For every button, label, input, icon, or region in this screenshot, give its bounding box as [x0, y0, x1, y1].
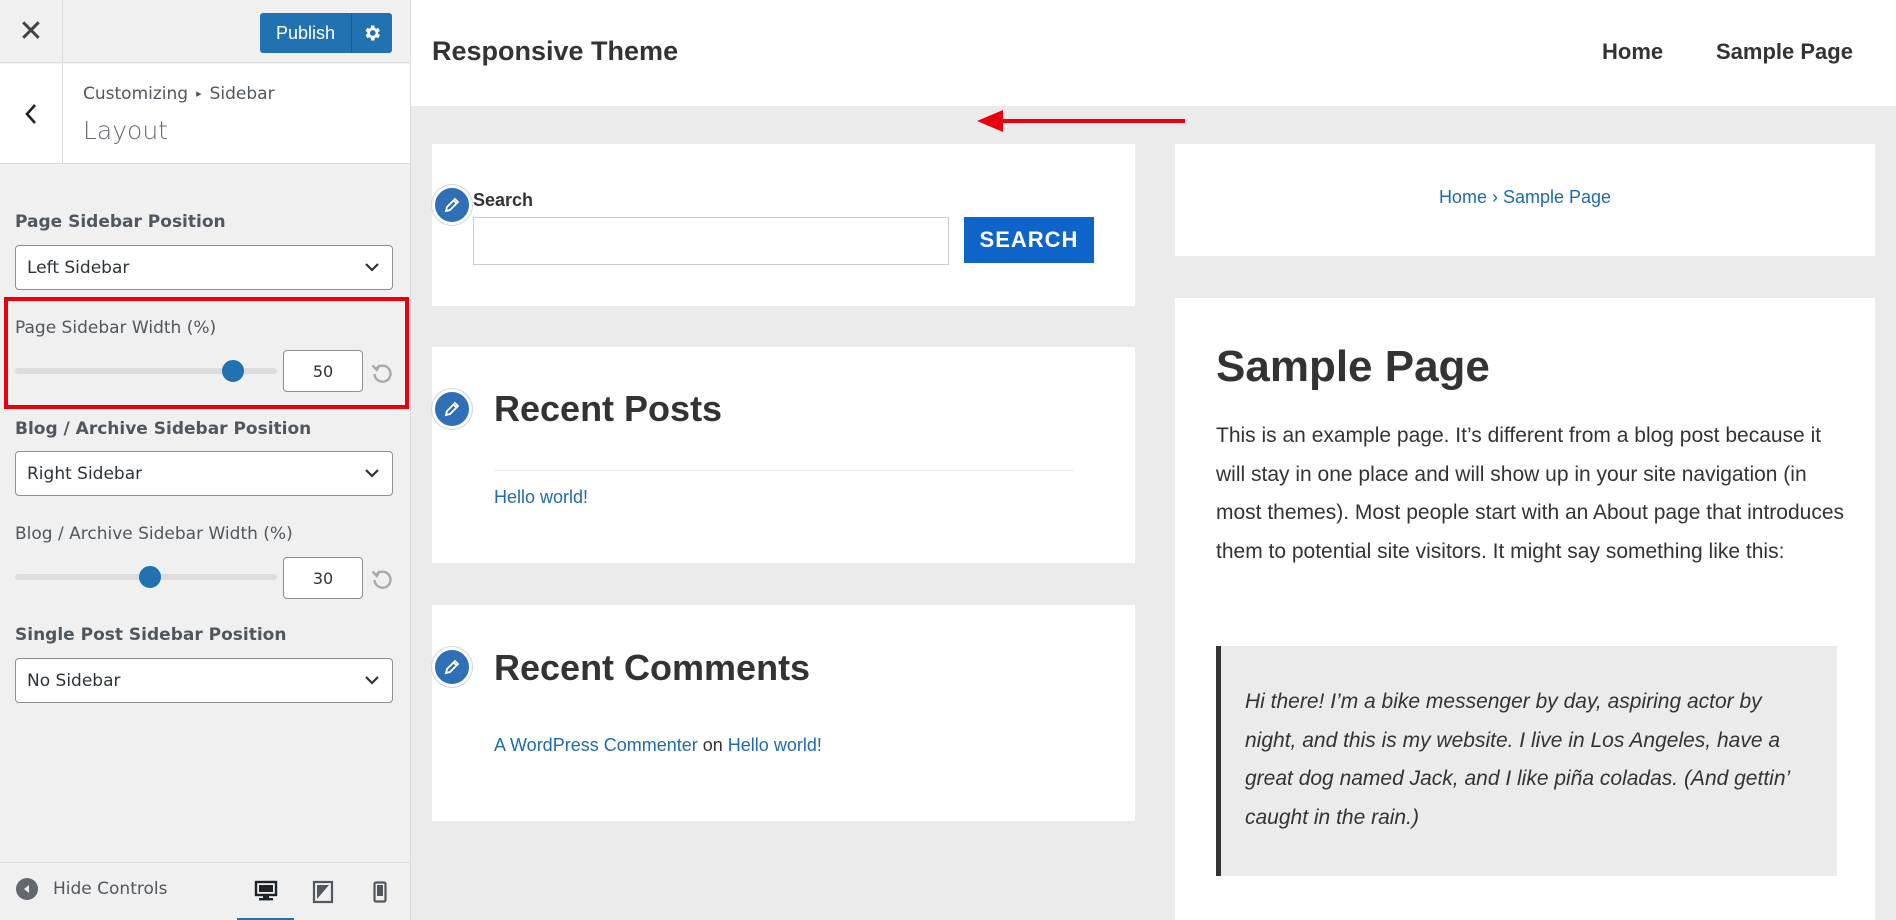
recent-posts-title: Recent Posts [494, 388, 723, 429]
widget-divider [494, 470, 1074, 471]
comment-connector: on [702, 735, 723, 755]
reset-icon[interactable] [370, 567, 394, 591]
recent-comments-title: Recent Comments [494, 647, 811, 688]
pencil-icon [432, 647, 472, 687]
publish-settings-button[interactable] [352, 13, 392, 53]
blog-sidebar-width-slider-handle[interactable] [139, 566, 161, 588]
tablet-icon [312, 880, 333, 904]
close-icon: ✕ [18, 14, 44, 49]
customizer-breadcrumb: Customizing ▸ Sidebar [83, 84, 275, 104]
chevron-down-icon [365, 263, 379, 272]
breadcrumb-box: Home › Sample Page [1175, 144, 1875, 256]
close-customizer-button[interactable]: ✕ [0, 0, 63, 63]
section-title-bar: Customizing ▸ Sidebar Layout [0, 64, 410, 164]
breadcrumb-section: Sidebar [209, 84, 275, 104]
publish-group: Publish [260, 13, 392, 53]
blog-sidebar-position-label: Blog / Archive Sidebar Position [15, 419, 312, 439]
site-breadcrumb: Home › Sample Page [1175, 187, 1875, 208]
back-button[interactable] [0, 64, 63, 164]
chevron-left-icon [25, 104, 36, 124]
page-blockquote: Hi there! I’m a bike messenger by day, a… [1216, 646, 1837, 876]
breadcrumb-home-link[interactable]: Home [1439, 187, 1487, 207]
recent-posts-widget: Recent Posts Hello world! [432, 347, 1135, 563]
search-input[interactable] [473, 217, 949, 265]
page-title: Sample Page [1216, 342, 1490, 391]
page-content: Sample Page This is an example page. It’… [1175, 298, 1875, 920]
site-title[interactable]: Responsive Theme [432, 36, 678, 67]
customizer-footer: Hide Controls [0, 862, 410, 920]
pencil-icon [432, 185, 472, 225]
blog-sidebar-position-value: Right Sidebar [27, 464, 143, 484]
tablet-preview-button[interactable] [294, 863, 351, 920]
hide-controls-button[interactable]: Hide Controls [16, 878, 167, 900]
page-sidebar-position-label: Page Sidebar Position [15, 212, 226, 232]
site-preview: Responsive Theme Home Sample Page Search… [411, 0, 1896, 920]
blog-sidebar-width-input[interactable]: 30 [283, 557, 363, 599]
chevron-down-icon [365, 676, 379, 685]
single-sidebar-position-value: No Sidebar [27, 671, 121, 691]
single-sidebar-position-label: Single Post Sidebar Position [15, 625, 287, 645]
breadcrumb-separator-icon: ▸ [196, 87, 202, 100]
mobile-icon [372, 881, 387, 903]
nav-sample-page[interactable]: Sample Page [1716, 39, 1853, 65]
breadcrumb-current: Sample Page [1502, 187, 1612, 207]
site-header: Responsive Theme Home Sample Page [411, 0, 1896, 106]
comment-post-link[interactable]: Hello world! [728, 735, 822, 755]
desktop-icon [254, 880, 277, 900]
customizer-header: ✕ Publish [0, 0, 410, 63]
page-sidebar-position-value: Left Sidebar [27, 258, 130, 278]
blog-sidebar-width-label: Blog / Archive Sidebar Width (%) [15, 524, 293, 544]
section-heading: Layout [83, 116, 168, 145]
search-widget: Search SEARCH [432, 144, 1135, 306]
blog-sidebar-position-select[interactable]: Right Sidebar [15, 451, 393, 496]
recent-comments-widget: Recent Comments A WordPress Commenter on… [432, 605, 1135, 821]
desktop-preview-button[interactable] [237, 863, 294, 920]
search-button[interactable]: SEARCH [964, 217, 1094, 263]
page-body-text: This is an example page. It’s different … [1216, 424, 1845, 563]
chevron-down-icon [365, 469, 379, 478]
publish-button[interactable]: Publish [260, 13, 352, 53]
customizer-panel: ✕ Publish Customizing ▸ Sidebar Layout Pag… [0, 0, 411, 920]
recent-comment-item: A WordPress Commenter on Hello world! [494, 735, 822, 756]
pencil-icon [432, 389, 472, 429]
mobile-preview-button[interactable] [351, 863, 408, 920]
breadcrumb-root: Customizing [83, 84, 189, 104]
nav-home[interactable]: Home [1602, 39, 1663, 65]
search-label: Search [473, 190, 534, 210]
comment-author-link[interactable]: A WordPress Commenter [494, 735, 698, 755]
recent-post-link[interactable]: Hello world! [494, 487, 588, 508]
hide-controls-label: Hide Controls [53, 879, 168, 899]
single-sidebar-position-select[interactable]: No Sidebar [15, 658, 393, 703]
arrow-annotation-icon [977, 110, 1185, 132]
breadcrumb-separator: › [1491, 187, 1498, 207]
gear-icon [365, 25, 380, 41]
page-sidebar-position-select[interactable]: Left Sidebar [15, 245, 393, 290]
highlight-annotation [4, 297, 409, 409]
collapse-icon [16, 878, 38, 900]
